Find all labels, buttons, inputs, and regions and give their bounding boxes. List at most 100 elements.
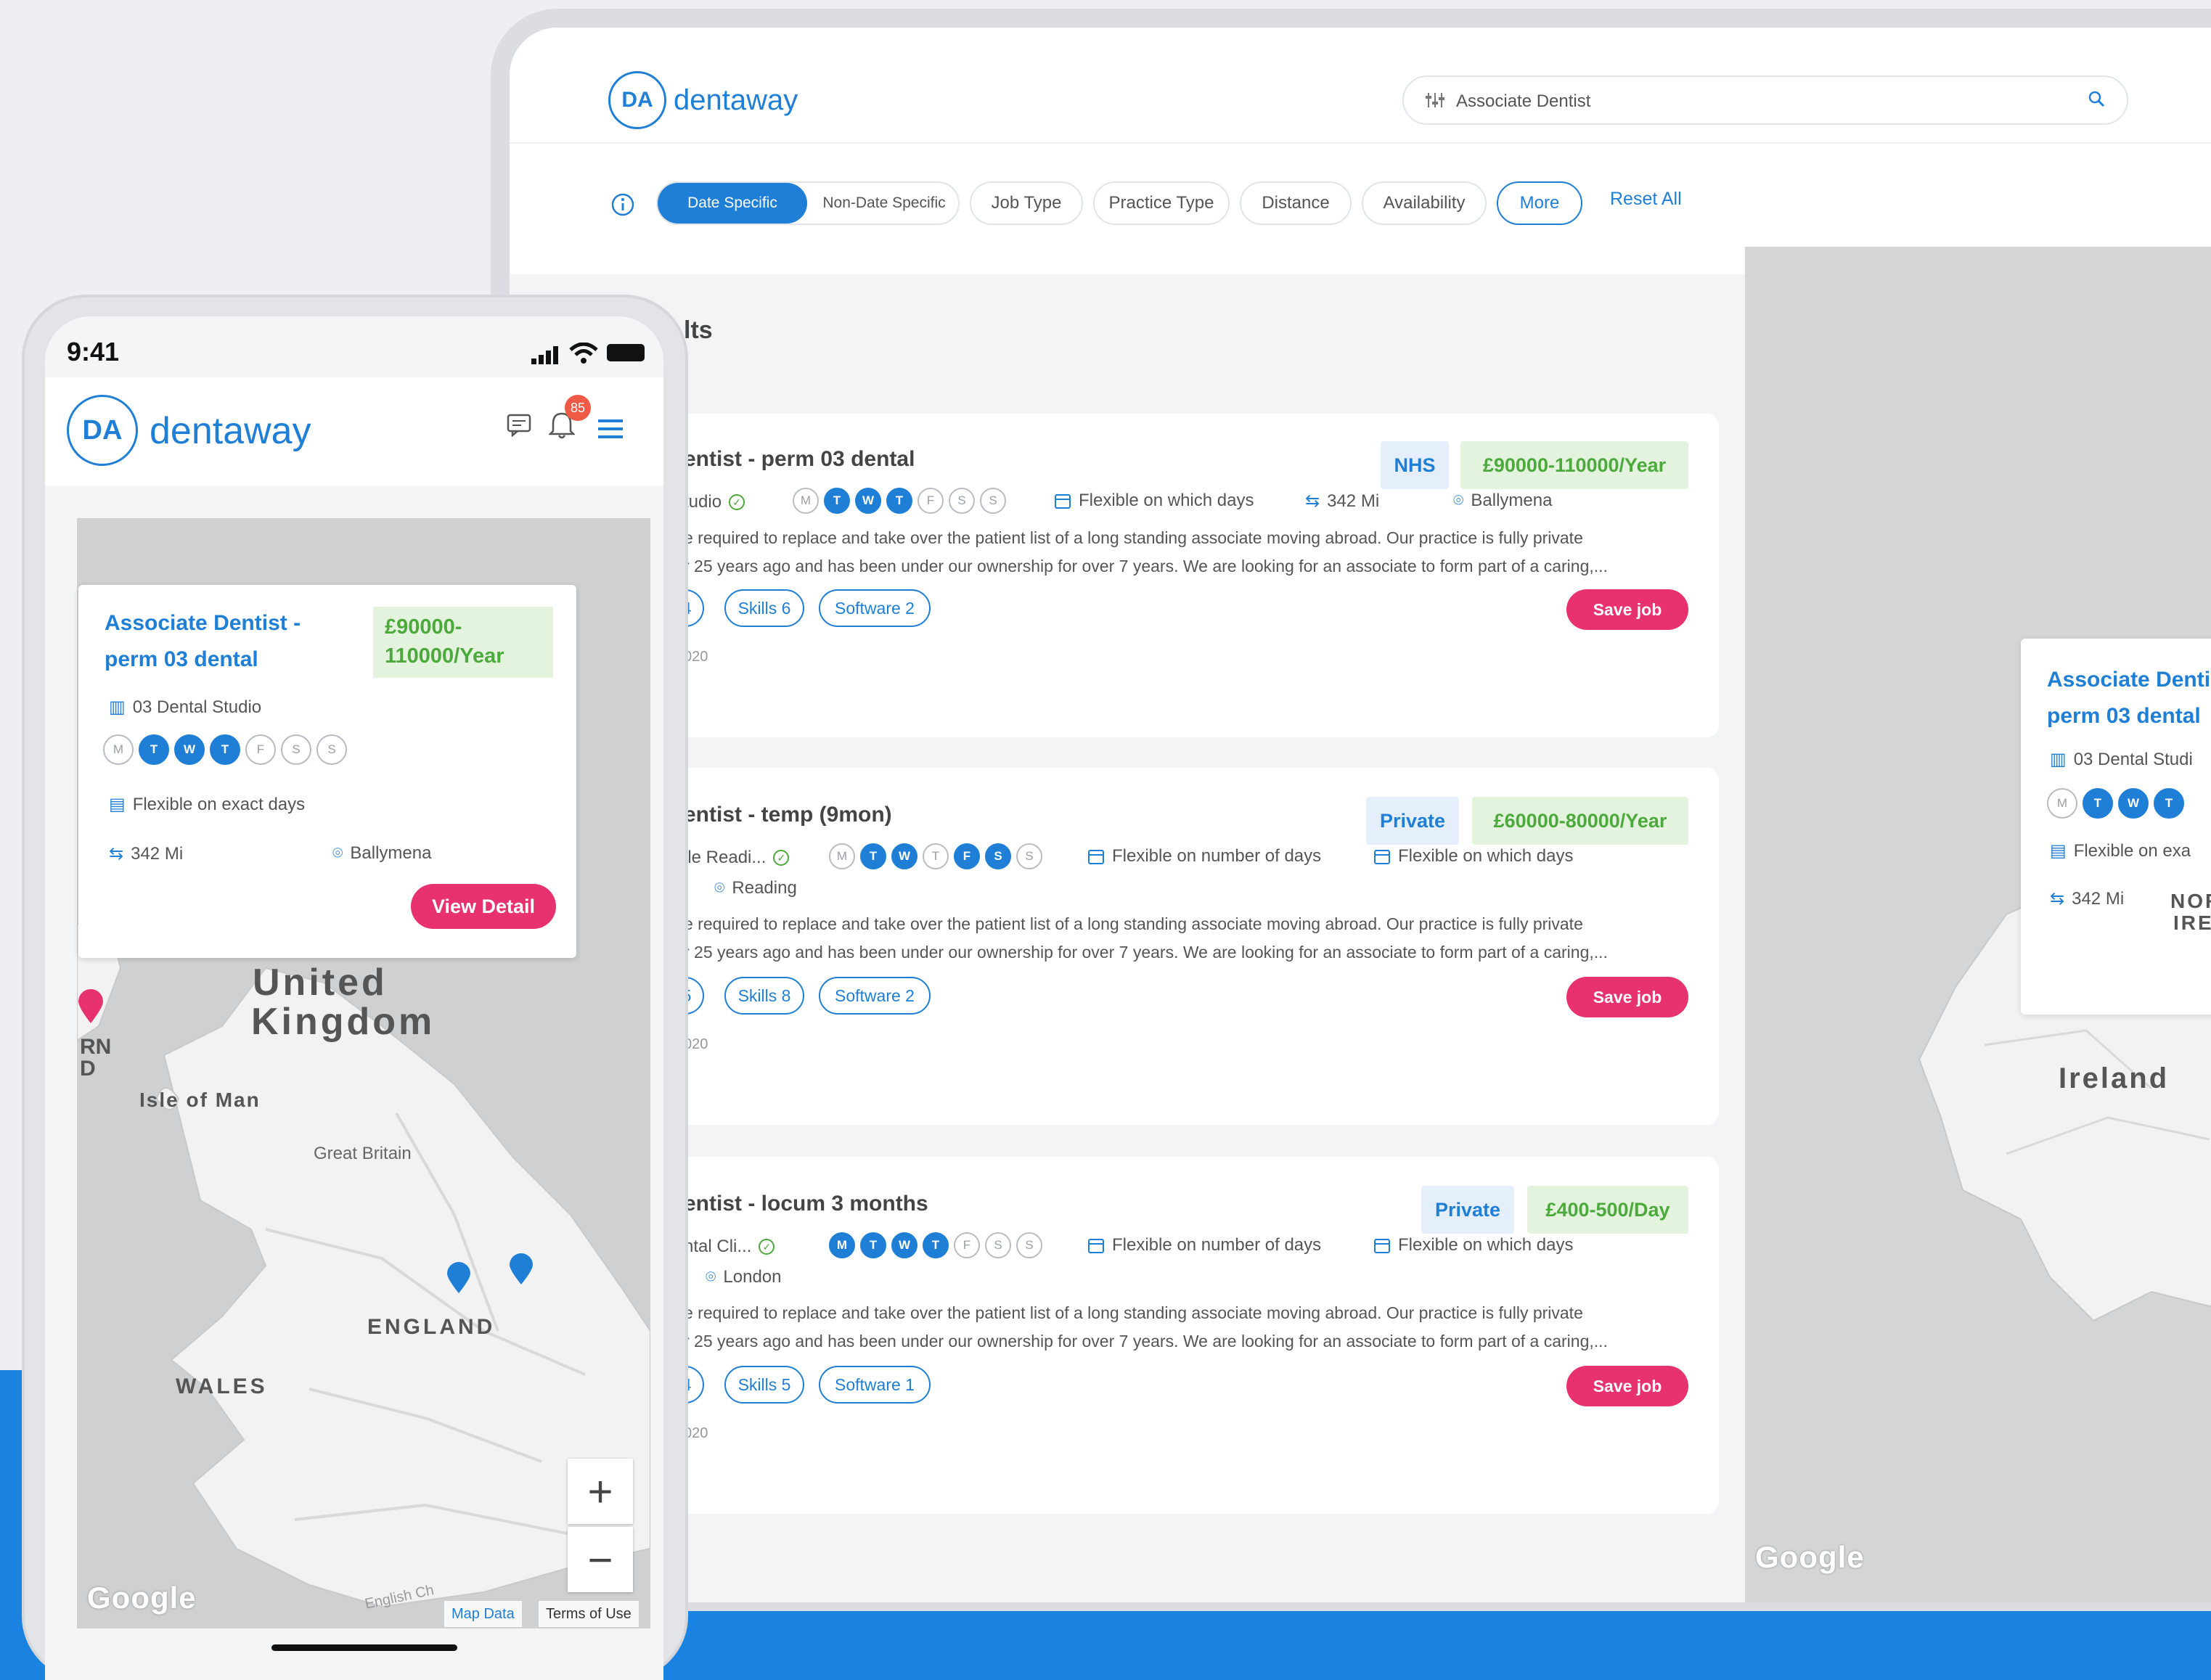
verified-icon: ✓ (729, 494, 745, 510)
practice-name: ntal Cli... ✓ (684, 1237, 775, 1257)
hamburger-menu-icon[interactable] (598, 418, 623, 443)
weekday-indicators: M T W T F S S (103, 734, 347, 765)
zoom-in-button[interactable]: + (568, 1459, 633, 1524)
search-value: Associate Dentist (1456, 91, 1591, 111)
map-card-title[interactable]: Associate Denti perm 03 dental (2047, 662, 2210, 734)
weekday-indicators: M T W T (2047, 788, 2184, 819)
distance-icon: ⇆ (109, 844, 124, 864)
skills-tag[interactable]: Skills 5 (724, 1366, 804, 1404)
skills-tag[interactable]: Skills 8 (724, 977, 804, 1015)
software-tag[interactable]: Software 2 (819, 589, 931, 627)
day-circle: M (103, 734, 134, 765)
map-pin-icon[interactable] (77, 988, 105, 1028)
reset-all-link[interactable]: Reset All (1610, 189, 1682, 210)
job-type-filter[interactable]: Job Type (970, 181, 1083, 225)
map-card-flex-label: Flexible on exa (2073, 840, 2191, 861)
software-tag[interactable]: Software 1 (819, 1366, 931, 1404)
map-job-preview-card[interactable]: Associate Denti perm 03 dental ▥ 03 Denta… (2021, 639, 2211, 1015)
location-info: ⌾ London (706, 1267, 782, 1287)
logo-mark[interactable]: DA (608, 71, 666, 129)
availability-filter[interactable]: Availability (1362, 181, 1487, 225)
practice-label: tudio (684, 492, 722, 512)
save-job-button[interactable]: Save job (1566, 589, 1688, 630)
job-title[interactable]: entist - perm 03 dental (684, 447, 915, 472)
map-label-d: D (80, 1057, 96, 1081)
map-data-link[interactable]: Map Data (444, 1601, 522, 1627)
map-pin-icon[interactable] (446, 1261, 472, 1298)
building-icon: ▥ (109, 697, 126, 717)
salary-line: 110000/Year (385, 644, 504, 668)
job-card[interactable]: entist - locum 3 months Private £400-500… (510, 1157, 1719, 1514)
home-indicator[interactable] (271, 1644, 457, 1651)
date-toggle: Date Specific Non-Date Specific (656, 181, 960, 225)
building-icon: ▥ (2050, 750, 2067, 769)
description-line: r 25 years ago and has been under our ow… (684, 557, 1608, 575)
job-title[interactable]: entist - temp (9mon) (684, 803, 892, 827)
practice-label: 03 Dental Studio (132, 697, 262, 717)
practice-type-filter[interactable]: Practice Type (1093, 181, 1230, 225)
day-circle: M (829, 1232, 855, 1258)
save-job-button[interactable]: Save job (1566, 977, 1688, 1017)
weekday-indicators: M T W T F S S (829, 1232, 1042, 1258)
map-card-title-line: Associate Dentist - (105, 611, 301, 635)
calendar-icon (1374, 850, 1390, 864)
job-type-badge: Private (1366, 797, 1459, 845)
map-label-ireland: Ireland (2059, 1062, 2170, 1094)
map-label-north: IRE (2173, 911, 2211, 934)
flexibility-info: Flexible on number of days (1087, 1235, 1321, 1255)
job-title[interactable]: entist - locum 3 months (684, 1192, 928, 1216)
day-circle: T (824, 488, 850, 514)
calendar-icon: ▤ (2050, 841, 2067, 861)
day-circle: S (316, 734, 347, 765)
chat-icon[interactable] (507, 414, 531, 441)
location-label: Ballymena (1471, 491, 1553, 510)
description-line: r 25 years ago and has been under our ow… (684, 1332, 1608, 1351)
day-circle: F (245, 734, 276, 765)
calendar-icon (1088, 850, 1104, 864)
day-circle: T (923, 1232, 949, 1258)
location-info: ⌾ Ballymena (332, 843, 431, 864)
day-circle: T (2154, 788, 2184, 819)
map-pin-icon[interactable] (508, 1253, 534, 1290)
day-circle: T (860, 1232, 886, 1258)
skills-tag[interactable]: Skills 6 (724, 589, 804, 627)
salary-badge: £400-500/Day (1527, 1186, 1688, 1234)
day-circle: T (923, 843, 949, 869)
flexibility-info: Flexible on which days (1373, 846, 1573, 866)
distance-filter[interactable]: Distance (1240, 181, 1352, 225)
more-filter[interactable]: More (1497, 181, 1582, 225)
logo-text[interactable]: dentaway (674, 84, 798, 117)
software-tag[interactable]: Software 2 (819, 977, 931, 1015)
search-input[interactable]: Associate Dentist (1402, 75, 2128, 125)
phone-screen: 9:41 DA dentaway 85 United Kingdom RN D … (45, 316, 663, 1680)
job-card[interactable]: entist - perm 03 dental NHS £90000-11000… (510, 414, 1719, 737)
distance-label: 342 Mi (131, 843, 184, 864)
map-label-wales: WALES (176, 1374, 268, 1398)
description-line: r 25 years ago and has been under our ow… (684, 943, 1608, 962)
job-card[interactable]: entist - temp (9mon) Private £60000-8000… (510, 768, 1719, 1125)
logo-mark[interactable]: DA (67, 395, 138, 466)
distance-label: 342 Mi (1327, 491, 1380, 511)
zoom-out-button[interactable]: − (568, 1527, 633, 1592)
info-icon[interactable] (611, 193, 634, 220)
search-icon[interactable] (2088, 90, 2106, 112)
view-detail-button[interactable]: View Detail (411, 884, 556, 929)
flexibility-label: Flexible on number of days (1112, 846, 1322, 866)
map-job-preview-card[interactable]: Associate Dentist - perm 03 dental £9000… (78, 585, 576, 958)
weekday-indicators: M T W T F S S (829, 843, 1042, 869)
day-circle: T (2083, 788, 2113, 819)
map-card-title[interactable]: Associate Dentist - perm 03 dental (105, 605, 301, 678)
date-specific-tab[interactable]: Date Specific (658, 183, 807, 224)
filter-sliders-icon[interactable] (1426, 91, 1444, 114)
save-job-button[interactable]: Save job (1566, 1366, 1688, 1406)
google-logo: Google (87, 1581, 197, 1615)
day-circle: T (886, 488, 912, 514)
weekday-indicators: M T W T F S S (793, 488, 1006, 514)
terms-of-use-link[interactable]: Terms of Use (539, 1601, 639, 1627)
map-label-england: ENGLAND (367, 1315, 496, 1339)
calendar-icon (1055, 494, 1071, 509)
logo-text[interactable]: dentaway (150, 409, 311, 453)
calendar-icon (1374, 1239, 1390, 1253)
non-date-specific-tab[interactable]: Non-Date Specific (812, 183, 957, 224)
desktop-map[interactable]: Associate Denti perm 03 dental ▥ 03 Denta… (1745, 247, 2211, 1602)
